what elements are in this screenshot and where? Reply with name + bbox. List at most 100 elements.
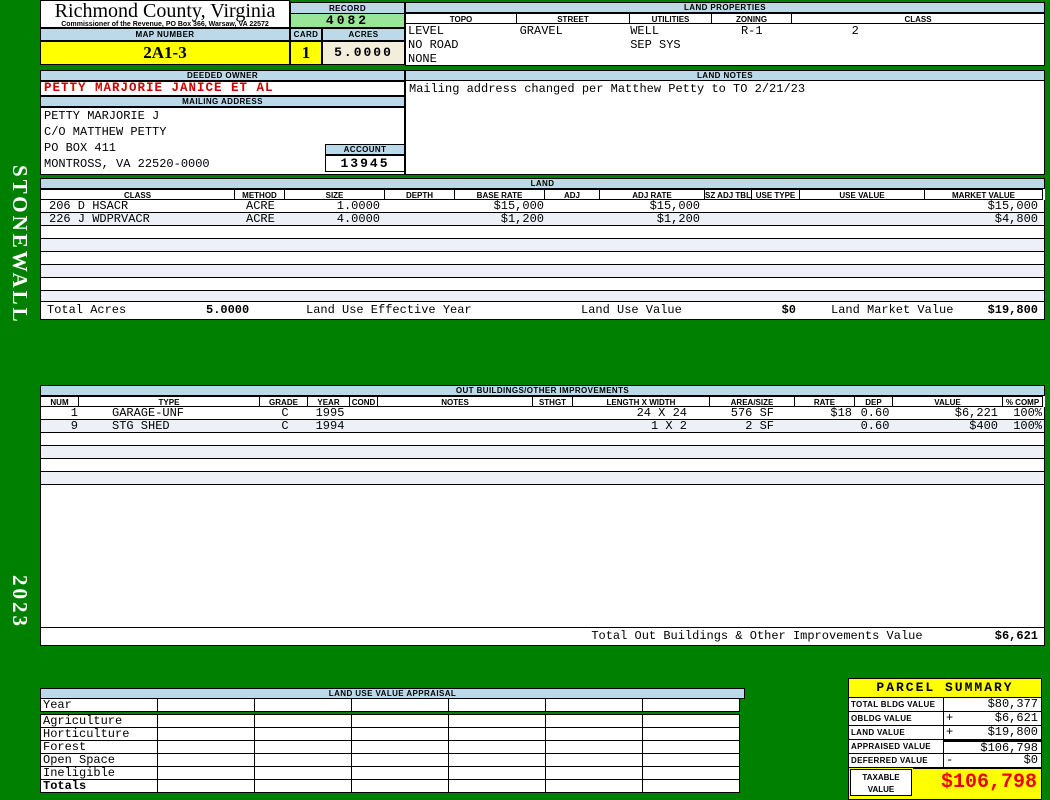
empty-cell [545,714,643,728]
cell-area-size: 576 SF [730,407,774,419]
summary-label: DEFERRED VALUE [849,754,944,768]
cell-rate [796,420,856,432]
empty-row [41,459,1044,472]
column-header: LENGTH X WIDTH [573,396,710,407]
card-header: CARD [290,28,322,41]
cell-value: $6,221 [954,407,998,419]
empty-row [41,433,1044,446]
cell-use-value [801,200,926,212]
table-row: 226 J WDPRVACR ACRE 4.0000 $1,200 $1,200… [41,213,1044,226]
parcel-summary-section: PARCEL SUMMARY TOTAL BLDG VALUE $80,377 … [848,678,1042,800]
empty-row [41,239,1044,252]
land-notes-title: LAND NOTES [405,70,1045,81]
cell-comp: 100% [1013,420,1042,432]
county-header-box: Richmond County, Virginia Commissioner o… [40,0,290,28]
cell-sthgt [534,420,574,432]
empty-cell [254,714,352,728]
land-section: LAND CLASS METHOD SIZE DEPTH BASE RATE A… [40,178,1045,320]
cell-adj-rate: $1,200 [656,213,700,225]
street-value: GRAVEL [519,24,563,38]
column-header: CLASS [40,189,235,200]
column-header: GRADE [260,396,308,407]
land-use-value: $0 [781,303,796,317]
empty-cell [642,766,740,780]
cell-cond [351,420,379,432]
land-note: Mailing address changed per Matthew Pett… [409,82,806,96]
column-header: ADJ RATE [600,189,705,200]
empty-cell [157,753,255,767]
topo-line: LEVEL [408,24,445,38]
summary-row: OBLDG VALUE + $6,621 [849,712,1041,726]
empty-cell [254,698,352,712]
column-header: CLASS [792,13,1045,24]
appraisal-row: Year [40,698,745,712]
taxable-label-line: TAXABLE [862,773,900,782]
column-header: SZ ADJ TBL [705,189,752,200]
summary-row: LAND VALUE + $19,800 [849,726,1041,740]
cell-market-value: $4,800 [994,213,1038,225]
cell-grade: C [281,420,289,432]
cell-year: 1994 [315,420,345,432]
empty-row [41,472,1044,485]
appraisal-row: Ineligible [40,766,745,780]
land-market-value-label: Land Market Value [831,303,954,317]
cell-dep: 0.60 [860,407,890,419]
summary-row: APPRAISED VALUE $106,798 [849,740,1041,755]
land-properties-title: LAND PROPERTIES [405,2,1045,13]
empty-cell [545,727,643,741]
table-row: 1 GARAGE-UNF C 1995 24 X 24 576 SF $18 0… [41,407,1044,420]
cell-num: 9 [70,420,78,432]
cell-method: ACRE [246,213,275,225]
empty-cell [254,779,352,793]
column-header: STREET [517,13,630,24]
column-header: % COMP [1003,396,1043,407]
cell-sthgt [534,407,574,419]
empty-cell [642,753,740,767]
cell-sz-adj-tbl [706,200,753,212]
column-header: METHOD [235,189,285,200]
value: $80,377 [987,697,1038,711]
empty-cell [448,753,546,767]
empty-cell [254,727,352,741]
empty-cell [351,698,449,712]
column-header: COND [350,396,378,407]
land-properties-columns: TOPO STREET UTILITIES ZONING CLASS [405,13,1045,24]
appraisal-row-totals: Totals [40,779,745,793]
acres-value: 5.0000 [322,41,405,65]
taxable-label-line: VALUE [867,785,895,794]
operator: + [946,711,954,725]
row-label: Ineligible [40,766,158,780]
cell-base-rate: $15,000 [493,200,544,212]
cell-method: ACRE [246,200,275,212]
row-label: Totals [40,779,158,793]
address-line: PETTY MARJORIE J [44,109,160,123]
cell-size: 1.0000 [336,200,380,212]
table-row: 9 STG SHED C 1994 1 X 2 2 SF 0.60 $400 1… [41,420,1044,433]
utilities-values: WELL SEP SYS [630,24,712,65]
column-header: NUM [40,396,79,407]
card-value: 1 [290,41,322,65]
cell-length-width: 1 X 2 [650,420,687,432]
topo-values: LEVEL NO ROAD NONE [406,24,518,66]
summary-value: - $0 [944,754,1041,768]
topo-line: NO ROAD [408,38,459,52]
cell-type: GARAGE-UNF [112,407,185,419]
summary-value: $80,377 [944,698,1041,712]
column-header: TYPE [79,396,260,407]
zoning-value: R-1 [740,24,763,38]
column-header: AREA/SIZE [710,396,795,407]
cell-adj [546,200,601,212]
empty-cell [351,714,449,728]
land-use-value-label: Land Use Value [581,303,682,317]
cell-notes [379,420,534,432]
value: $0 [1023,753,1038,767]
sidebar-year-label: 2023 [8,575,32,629]
row-label: Open Space [40,753,158,767]
empty-cell [545,698,643,712]
total-acres-value: 5.0000 [206,303,250,317]
land-properties-values: LEVEL NO ROAD NONE GRAVEL WELL SEP SYS R… [405,24,1045,66]
deeded-owner-value: PETTY MARJORIE JANICE ET AL [40,81,405,96]
column-header: DEP [855,396,893,407]
topo-line: NONE [408,52,437,66]
cell-value: $400 [969,420,998,432]
